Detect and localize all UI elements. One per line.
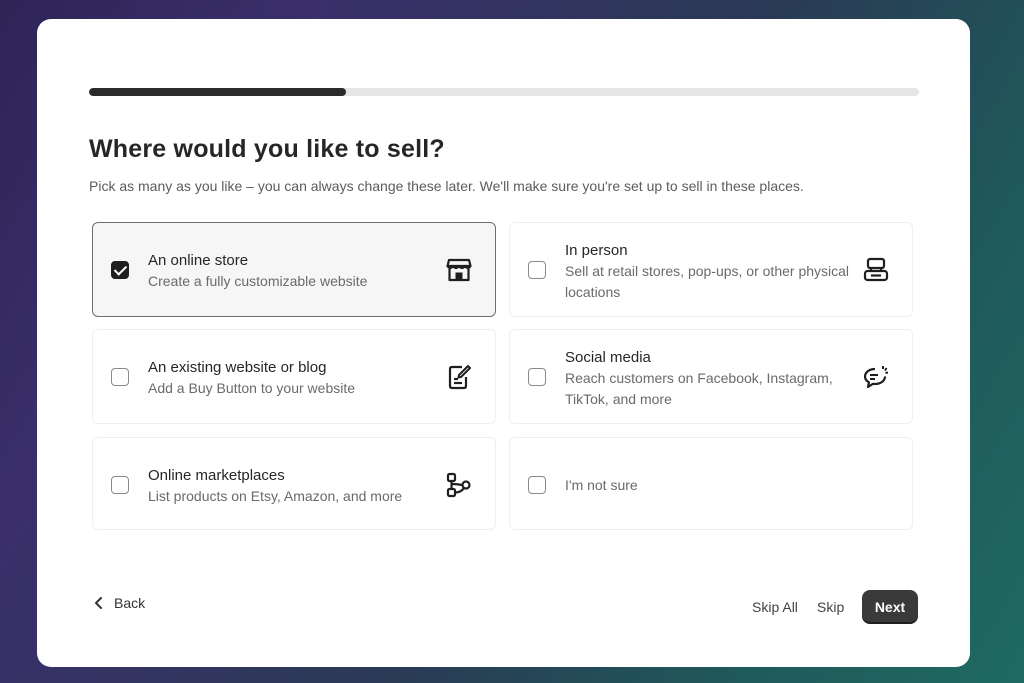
- option-checkbox[interactable]: [111, 476, 129, 494]
- option-checkbox[interactable]: [528, 476, 546, 494]
- option-in-person[interactable]: In person Sell at retail stores, pop-ups…: [509, 222, 913, 317]
- option-description: Sell at retail stores, pop-ups, or other…: [565, 263, 850, 300]
- back-button-label: Back: [114, 595, 146, 611]
- option-social-media[interactable]: Social media Reach customers on Facebook…: [509, 329, 913, 424]
- option-title: In person: [565, 242, 628, 259]
- option-description: Create a fully customizable website: [148, 273, 368, 289]
- option-description: List products on Etsy, Amazon, and more: [148, 488, 403, 504]
- page-subtitle: Pick as many as you like – you can alway…: [89, 178, 804, 194]
- skip-button[interactable]: Skip: [817, 599, 844, 615]
- pos-terminal-icon: [863, 257, 889, 282]
- option-online-marketplaces[interactable]: Online marketplaces List products on Ets…: [92, 437, 496, 530]
- skip-all-button[interactable]: Skip All: [752, 599, 798, 615]
- option-title: Online marketplaces: [148, 467, 285, 484]
- page-title: Where would you like to sell?: [89, 135, 445, 163]
- edit-document-icon: [448, 365, 471, 390]
- back-button[interactable]: Back: [94, 595, 145, 611]
- option-not-sure[interactable]: I'm not sure: [509, 437, 913, 530]
- progress-bar-fill: [89, 88, 347, 96]
- option-online-store[interactable]: An online store Create a fully customiza…: [92, 222, 496, 317]
- storefront-icon: [446, 258, 472, 282]
- option-title: An online store: [148, 252, 249, 269]
- next-button[interactable]: Next: [862, 590, 918, 624]
- option-checkbox[interactable]: [111, 368, 129, 386]
- option-title: Social media: [565, 349, 651, 366]
- option-existing-website[interactable]: An existing website or blog Add a Buy Bu…: [92, 329, 496, 424]
- chat-bubble-icon: [863, 366, 889, 389]
- option-checkbox[interactable]: [111, 261, 129, 279]
- option-checkbox[interactable]: [528, 368, 546, 386]
- option-checkbox[interactable]: [528, 261, 546, 279]
- progress-bar: [89, 88, 919, 96]
- marketplace-network-icon: [446, 472, 471, 498]
- option-description: Add a Buy Button to your website: [148, 380, 356, 396]
- onboarding-card: Where would you like to sell? Pick as ma…: [37, 19, 970, 667]
- option-title: I'm not sure: [565, 477, 638, 493]
- option-title: An existing website or blog: [148, 359, 327, 376]
- chevron-left-icon: [95, 597, 102, 609]
- option-description: Reach customers on Facebook, Instagram, …: [565, 370, 833, 407]
